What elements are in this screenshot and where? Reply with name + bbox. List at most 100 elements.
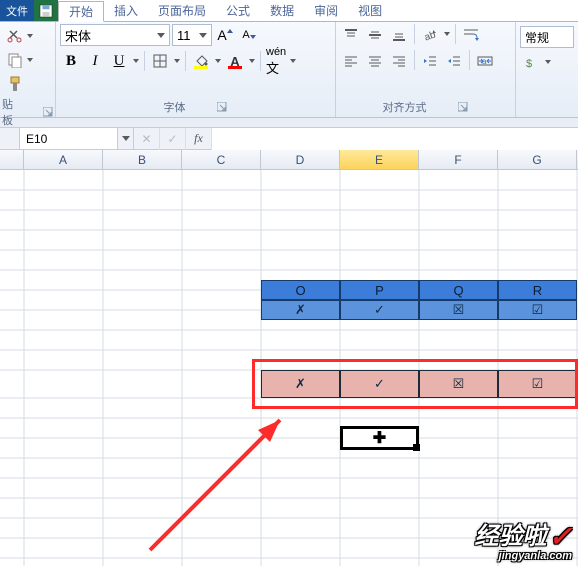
merge-center-button[interactable]: a bbox=[474, 50, 496, 72]
table-header-cell[interactable]: Q bbox=[419, 280, 498, 300]
orientation-button[interactable]: ab bbox=[419, 24, 441, 46]
table-cell[interactable]: ☑ bbox=[498, 370, 577, 398]
chevron-down-icon[interactable] bbox=[117, 128, 133, 149]
dropdown-icon[interactable] bbox=[26, 26, 34, 46]
tab-file[interactable]: 文件 bbox=[0, 0, 34, 21]
increase-indent-button[interactable] bbox=[443, 50, 465, 72]
cancel-formula-button[interactable]: ✕ bbox=[134, 128, 160, 150]
fx-button[interactable]: fx bbox=[186, 128, 212, 150]
separator bbox=[469, 50, 470, 70]
align-bottom-icon bbox=[392, 28, 406, 42]
cell-grid[interactable]: O P Q R ✗ ✓ ☒ ☑ ✗ ✓ ☒ ☑ ✚ bbox=[0, 170, 578, 566]
fill-handle[interactable] bbox=[413, 444, 420, 451]
dropdown-icon[interactable] bbox=[173, 51, 181, 71]
table-cell[interactable]: ✗ bbox=[261, 300, 340, 320]
copy-button[interactable] bbox=[4, 50, 26, 70]
dropdown-icon[interactable] bbox=[132, 51, 140, 71]
active-cell[interactable]: ✚ bbox=[340, 426, 419, 450]
align-middle-button[interactable] bbox=[364, 24, 386, 46]
align-center-icon bbox=[368, 54, 382, 68]
fill-color-button[interactable] bbox=[190, 50, 212, 72]
wrap-text-button[interactable] bbox=[460, 24, 482, 46]
italic-button[interactable]: I bbox=[84, 50, 106, 72]
watermark-url: jingyanla.com bbox=[475, 551, 572, 562]
ribbon-spacer bbox=[0, 118, 578, 128]
tab-review[interactable]: 审阅 bbox=[304, 0, 348, 21]
bold-button[interactable]: B bbox=[60, 50, 82, 72]
dropdown-icon[interactable] bbox=[248, 51, 256, 71]
merge-icon: a bbox=[477, 54, 493, 68]
cut-button[interactable] bbox=[4, 26, 26, 46]
chevron-down-icon bbox=[199, 33, 207, 38]
font-size-select[interactable]: 11 bbox=[172, 24, 212, 46]
underline-button[interactable]: U bbox=[108, 50, 130, 72]
grow-font-icon: A bbox=[217, 27, 226, 43]
dropdown-icon[interactable] bbox=[214, 51, 222, 71]
align-right-button[interactable] bbox=[388, 50, 410, 72]
border-button[interactable] bbox=[149, 50, 171, 72]
check-icon: ✓ bbox=[549, 523, 572, 551]
dropdown-icon[interactable] bbox=[26, 50, 34, 70]
separator bbox=[414, 24, 415, 44]
group-font: 宋体 11 A A B I U bbox=[56, 22, 336, 117]
align-top-button[interactable] bbox=[340, 24, 362, 46]
table-cell[interactable]: ✓ bbox=[340, 370, 419, 398]
formula-input[interactable] bbox=[212, 128, 578, 150]
dropdown-icon[interactable] bbox=[289, 51, 297, 71]
shrink-font-icon: A bbox=[242, 29, 249, 41]
enter-icon: ✓ bbox=[167, 132, 177, 146]
shrink-font-button[interactable]: A bbox=[238, 24, 260, 46]
accounting-button[interactable]: $ bbox=[520, 52, 542, 74]
format-painter-button[interactable] bbox=[4, 74, 26, 94]
svg-text:$: $ bbox=[526, 58, 532, 70]
column-header[interactable]: G bbox=[498, 150, 577, 169]
font-color-button[interactable]: A bbox=[224, 50, 246, 72]
gridlines bbox=[0, 170, 578, 566]
tab-data[interactable]: 数据 bbox=[260, 0, 304, 21]
table-cell[interactable]: ✓ bbox=[340, 300, 419, 320]
tab-page-layout[interactable]: 页面布局 bbox=[148, 0, 216, 21]
number-format-select[interactable]: 常规 bbox=[520, 26, 574, 48]
column-header[interactable]: B bbox=[103, 150, 182, 169]
table-cell[interactable]: ☒ bbox=[419, 370, 498, 398]
worksheet[interactable]: A B C D E F G bbox=[0, 150, 578, 566]
dialog-launcher-icon[interactable] bbox=[43, 106, 53, 118]
select-all-corner[interactable] bbox=[0, 150, 24, 169]
table-cell[interactable]: ☒ bbox=[419, 300, 498, 320]
cursor-icon: ✚ bbox=[373, 428, 386, 448]
save-icon[interactable] bbox=[34, 0, 58, 21]
tab-view[interactable]: 视图 bbox=[348, 0, 392, 21]
ribbon: 贴板 宋体 11 A A bbox=[0, 22, 578, 118]
decrease-indent-button[interactable] bbox=[419, 50, 441, 72]
tab-formulas[interactable]: 公式 bbox=[216, 0, 260, 21]
table-header-cell[interactable]: O bbox=[261, 280, 340, 300]
enter-formula-button[interactable]: ✓ bbox=[160, 128, 186, 150]
dialog-launcher-icon[interactable] bbox=[457, 101, 469, 113]
font-name-select[interactable]: 宋体 bbox=[60, 24, 170, 46]
align-left-button[interactable] bbox=[340, 50, 362, 72]
grow-font-button[interactable]: A bbox=[214, 24, 236, 46]
align-bottom-button[interactable] bbox=[388, 24, 410, 46]
tab-insert[interactable]: 插入 bbox=[104, 0, 148, 21]
table-header-cell[interactable]: P bbox=[340, 280, 419, 300]
chevron-down-icon bbox=[157, 33, 165, 38]
group-alignment: ab a 对齐方式 bbox=[336, 22, 516, 117]
table-cell[interactable]: ☑ bbox=[498, 300, 577, 320]
dialog-launcher-icon[interactable] bbox=[216, 101, 228, 113]
watermark: 经验啦 ✓ jingyanla.com bbox=[475, 523, 572, 562]
column-header[interactable]: D bbox=[261, 150, 340, 169]
column-header[interactable]: C bbox=[182, 150, 261, 169]
dropdown-icon[interactable] bbox=[544, 52, 552, 72]
name-box[interactable]: E10 bbox=[20, 128, 134, 149]
dropdown-icon[interactable] bbox=[443, 24, 451, 44]
tab-home[interactable]: 开始 bbox=[58, 1, 104, 22]
column-header-selected[interactable]: E bbox=[340, 150, 419, 169]
phonetic-button[interactable]: wén文 bbox=[265, 50, 287, 72]
column-header[interactable]: A bbox=[24, 150, 103, 169]
table-header-cell[interactable]: R bbox=[498, 280, 577, 300]
scissors-icon bbox=[7, 28, 23, 44]
align-center-button[interactable] bbox=[364, 50, 386, 72]
table-cell[interactable]: ✗ bbox=[261, 370, 340, 398]
column-header[interactable]: F bbox=[419, 150, 498, 169]
separator bbox=[455, 24, 456, 44]
